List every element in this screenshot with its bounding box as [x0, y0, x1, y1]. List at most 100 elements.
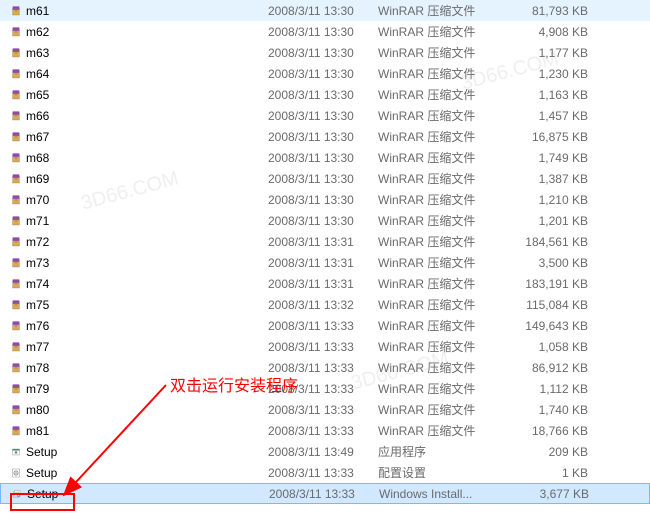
file-date: 2008/3/11 13:30 [268, 193, 378, 207]
file-size: 4,908 KB [508, 25, 598, 39]
file-name: m72 [20, 235, 268, 249]
file-row[interactable]: m812008/3/11 13:33WinRAR 压缩文件18,766 KB [0, 420, 650, 441]
file-size: 183,191 KB [508, 277, 598, 291]
rar-file-icon [0, 297, 20, 313]
file-type: WinRAR 压缩文件 [378, 44, 508, 61]
file-size: 1,749 KB [508, 151, 598, 165]
file-row[interactable]: m782008/3/11 13:33WinRAR 压缩文件86,912 KB [0, 357, 650, 378]
file-date: 2008/3/11 13:33 [268, 319, 378, 333]
file-row[interactable]: m792008/3/11 13:33WinRAR 压缩文件1,112 KB [0, 378, 650, 399]
file-type: WinRAR 压缩文件 [378, 149, 508, 166]
rar-file-icon [0, 45, 20, 61]
file-row[interactable]: m702008/3/11 13:30WinRAR 压缩文件1,210 KB [0, 189, 650, 210]
file-date: 2008/3/11 13:30 [268, 67, 378, 81]
file-date: 2008/3/11 13:49 [268, 445, 378, 459]
file-name: m69 [20, 172, 268, 186]
file-row[interactable]: m692008/3/11 13:30WinRAR 压缩文件1,387 KB [0, 168, 650, 189]
rar-file-icon [0, 87, 20, 103]
file-name: m75 [20, 298, 268, 312]
file-type: Windows Install... [379, 487, 509, 501]
file-date: 2008/3/11 13:33 [268, 361, 378, 375]
exe-file-icon [0, 444, 20, 460]
file-date: 2008/3/11 13:33 [268, 340, 378, 354]
file-row[interactable]: m652008/3/11 13:30WinRAR 压缩文件1,163 KB [0, 84, 650, 105]
file-type: WinRAR 压缩文件 [378, 233, 508, 250]
file-name: m66 [20, 109, 268, 123]
file-date: 2008/3/11 13:31 [268, 256, 378, 270]
file-size: 184,561 KB [508, 235, 598, 249]
file-size: 3,500 KB [508, 256, 598, 270]
file-row[interactable]: m642008/3/11 13:30WinRAR 压缩文件1,230 KB [0, 63, 650, 84]
file-row[interactable]: m742008/3/11 13:31WinRAR 压缩文件183,191 KB [0, 273, 650, 294]
file-date: 2008/3/11 13:30 [268, 130, 378, 144]
file-size: 1,387 KB [508, 172, 598, 186]
file-row[interactable]: m802008/3/11 13:33WinRAR 压缩文件1,740 KB [0, 399, 650, 420]
file-type: WinRAR 压缩文件 [378, 65, 508, 82]
file-type: WinRAR 压缩文件 [378, 128, 508, 145]
file-row[interactable]: Setup2008/3/11 13:49应用程序209 KB [0, 441, 650, 462]
file-row[interactable]: Setup2008/3/11 13:33Windows Install...3,… [0, 483, 650, 504]
file-size: 1,740 KB [508, 403, 598, 417]
file-name: Setup [21, 487, 269, 501]
file-type: WinRAR 压缩文件 [378, 107, 508, 124]
file-size: 86,912 KB [508, 361, 598, 375]
rar-file-icon [0, 339, 20, 355]
file-row[interactable]: m662008/3/11 13:30WinRAR 压缩文件1,457 KB [0, 105, 650, 126]
file-name: m67 [20, 130, 268, 144]
file-type: WinRAR 压缩文件 [378, 401, 508, 418]
ini-file-icon [0, 465, 20, 481]
file-date: 2008/3/11 13:30 [268, 214, 378, 228]
file-type: WinRAR 压缩文件 [378, 212, 508, 229]
file-date: 2008/3/11 13:33 [268, 382, 378, 396]
file-name: m68 [20, 151, 268, 165]
file-name: m77 [20, 340, 268, 354]
file-row[interactable]: m722008/3/11 13:31WinRAR 压缩文件184,561 KB [0, 231, 650, 252]
file-row[interactable]: m612008/3/11 13:30WinRAR 压缩文件81,793 KB [0, 0, 650, 21]
file-size: 1,457 KB [508, 109, 598, 123]
rar-file-icon [0, 171, 20, 187]
file-size: 1,201 KB [508, 214, 598, 228]
file-size: 3,677 KB [509, 487, 599, 501]
file-size: 115,084 KB [508, 298, 598, 312]
file-name: m78 [20, 361, 268, 375]
file-type: WinRAR 压缩文件 [378, 317, 508, 334]
file-date: 2008/3/11 13:30 [268, 172, 378, 186]
file-type: WinRAR 压缩文件 [378, 254, 508, 271]
file-list[interactable]: m612008/3/11 13:30WinRAR 压缩文件81,793 KBm6… [0, 0, 650, 504]
file-type: WinRAR 压缩文件 [378, 275, 508, 292]
rar-file-icon [0, 150, 20, 166]
file-date: 2008/3/11 13:30 [268, 151, 378, 165]
file-name: m63 [20, 46, 268, 60]
file-type: WinRAR 压缩文件 [378, 359, 508, 376]
file-row[interactable]: m752008/3/11 13:32WinRAR 压缩文件115,084 KB [0, 294, 650, 315]
file-name: m71 [20, 214, 268, 228]
file-row[interactable]: m672008/3/11 13:30WinRAR 压缩文件16,875 KB [0, 126, 650, 147]
msi-file-icon [1, 486, 21, 502]
file-name: m65 [20, 88, 268, 102]
file-row[interactable]: Setup2008/3/11 13:33配置设置1 KB [0, 462, 650, 483]
file-row[interactable]: m632008/3/11 13:30WinRAR 压缩文件1,177 KB [0, 42, 650, 63]
file-name: m62 [20, 25, 268, 39]
file-name: m61 [20, 4, 268, 18]
file-type: WinRAR 压缩文件 [378, 380, 508, 397]
file-type: WinRAR 压缩文件 [378, 2, 508, 19]
file-size: 209 KB [508, 445, 598, 459]
file-name: m70 [20, 193, 268, 207]
rar-file-icon [0, 381, 20, 397]
file-size: 1,230 KB [508, 67, 598, 81]
rar-file-icon [0, 24, 20, 40]
file-row[interactable]: m712008/3/11 13:30WinRAR 压缩文件1,201 KB [0, 210, 650, 231]
file-row[interactable]: m682008/3/11 13:30WinRAR 压缩文件1,749 KB [0, 147, 650, 168]
file-date: 2008/3/11 13:31 [268, 277, 378, 291]
file-date: 2008/3/11 13:30 [268, 46, 378, 60]
file-row[interactable]: m762008/3/11 13:33WinRAR 压缩文件149,643 KB [0, 315, 650, 336]
rar-file-icon [0, 234, 20, 250]
rar-file-icon [0, 108, 20, 124]
file-date: 2008/3/11 13:30 [268, 4, 378, 18]
file-type: WinRAR 压缩文件 [378, 338, 508, 355]
file-row[interactable]: m772008/3/11 13:33WinRAR 压缩文件1,058 KB [0, 336, 650, 357]
rar-file-icon [0, 255, 20, 271]
file-name: Setup [20, 466, 268, 480]
file-row[interactable]: m622008/3/11 13:30WinRAR 压缩文件4,908 KB [0, 21, 650, 42]
file-row[interactable]: m732008/3/11 13:31WinRAR 压缩文件3,500 KB [0, 252, 650, 273]
